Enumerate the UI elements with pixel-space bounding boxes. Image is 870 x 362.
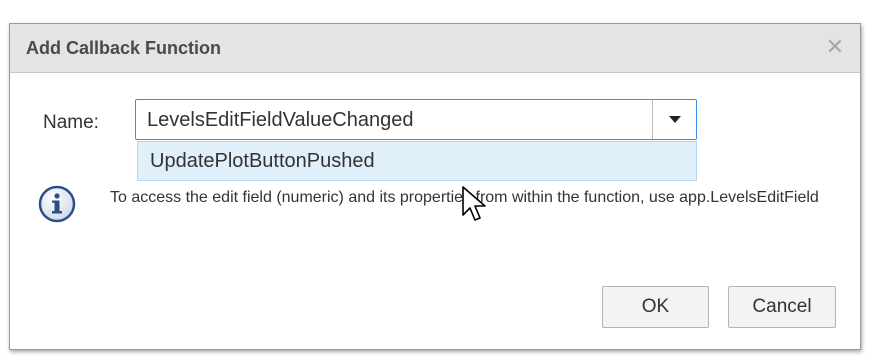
mouse-pointer-icon [462,186,486,221]
name-combobox-value[interactable]: LevelsEditFieldValueChanged [147,109,413,132]
info-icon [38,185,76,223]
dialog-title-bar: Add Callback Function ✕ [10,24,860,73]
chevron-down-icon [668,116,681,123]
ok-button[interactable]: OK [602,286,709,328]
cancel-button[interactable]: Cancel [728,286,836,328]
dropdown-option[interactable]: UpdatePlotButtonPushed [150,150,375,173]
name-label: Name: [43,112,99,133]
dropdown-list: UpdatePlotButtonPushed [137,141,697,181]
name-combobox[interactable]: LevelsEditFieldValueChanged [135,99,697,140]
close-icon[interactable]: ✕ [824,35,846,59]
dialog-title: Add Callback Function [26,38,222,58]
dropdown-button[interactable] [652,100,696,139]
add-callback-dialog: Add Callback Function ✕ Name: LevelsEdit… [9,23,861,350]
